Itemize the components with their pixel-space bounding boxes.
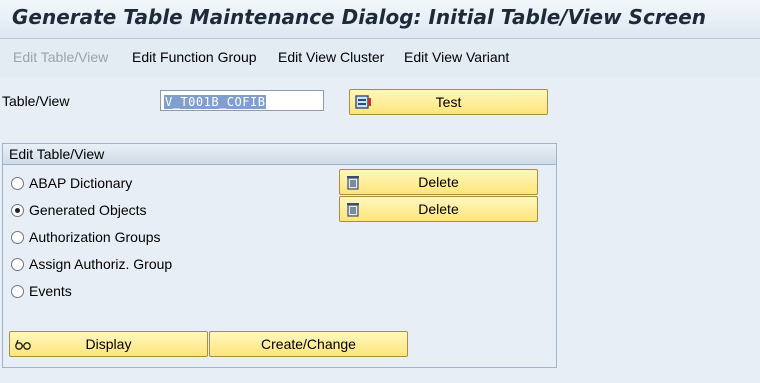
table-view-input[interactable]: V_T001B_COFIB (160, 90, 324, 111)
delete-button-label: Delete (418, 174, 459, 190)
radio-label: Events (29, 283, 72, 299)
radio-generated-objects[interactable]: Generated Objects (11, 202, 147, 222)
radio-button[interactable] (11, 204, 24, 217)
radio-button[interactable] (11, 258, 24, 271)
table-view-value: V_T001B_COFIB (164, 95, 267, 109)
radio-button[interactable] (11, 231, 24, 244)
radio-assign-authoriz-group[interactable]: Assign Authoriz. Group (11, 256, 172, 276)
delete-button[interactable]: Delete (339, 169, 538, 195)
test-button[interactable]: Test (349, 89, 548, 115)
edit-table-view-group: Edit Table/View ABAP Dictionary Generate… (2, 143, 557, 368)
display-button-label: Display (85, 336, 132, 352)
radio-button[interactable] (11, 177, 24, 190)
display-button[interactable]: Display (9, 331, 208, 357)
application-toolbar: Edit Table/View Edit Function Group Edit… (0, 39, 760, 77)
create-change-button-label: Create/Change (261, 336, 356, 352)
menu-edit-view-cluster[interactable]: Edit View Cluster (278, 49, 384, 65)
create-change-button[interactable]: Create/Change (209, 331, 408, 357)
trash-icon (347, 176, 359, 190)
test-button-label: Test (435, 94, 462, 110)
radio-events[interactable]: Events (11, 283, 72, 303)
delete-button[interactable]: Delete (339, 196, 538, 222)
title-bar: Generate Table Maintenance Dialog: Initi… (0, 0, 760, 39)
menu-edit-function-group[interactable]: Edit Function Group (132, 49, 257, 65)
trash-icon (347, 203, 359, 217)
page-title: Generate Table Maintenance Dialog: Initi… (12, 5, 707, 29)
test-icon (355, 95, 371, 109)
menu-edit-table-view: Edit Table/View (13, 49, 109, 65)
radio-abap-dictionary[interactable]: ABAP Dictionary (11, 175, 132, 195)
menu-edit-view-variant[interactable]: Edit View Variant (404, 49, 509, 65)
delete-button-label: Delete (418, 201, 459, 217)
radio-label: ABAP Dictionary (29, 175, 133, 191)
glasses-icon (15, 339, 31, 350)
radio-button[interactable] (11, 285, 24, 298)
radio-label: Authorization Groups (29, 229, 161, 245)
group-title: Edit Table/View (3, 144, 556, 165)
radio-label: Generated Objects (29, 202, 147, 218)
radio-authorization-groups[interactable]: Authorization Groups (11, 229, 161, 249)
radio-label: Assign Authoriz. Group (29, 256, 173, 272)
table-view-label: Table/View (2, 93, 70, 109)
